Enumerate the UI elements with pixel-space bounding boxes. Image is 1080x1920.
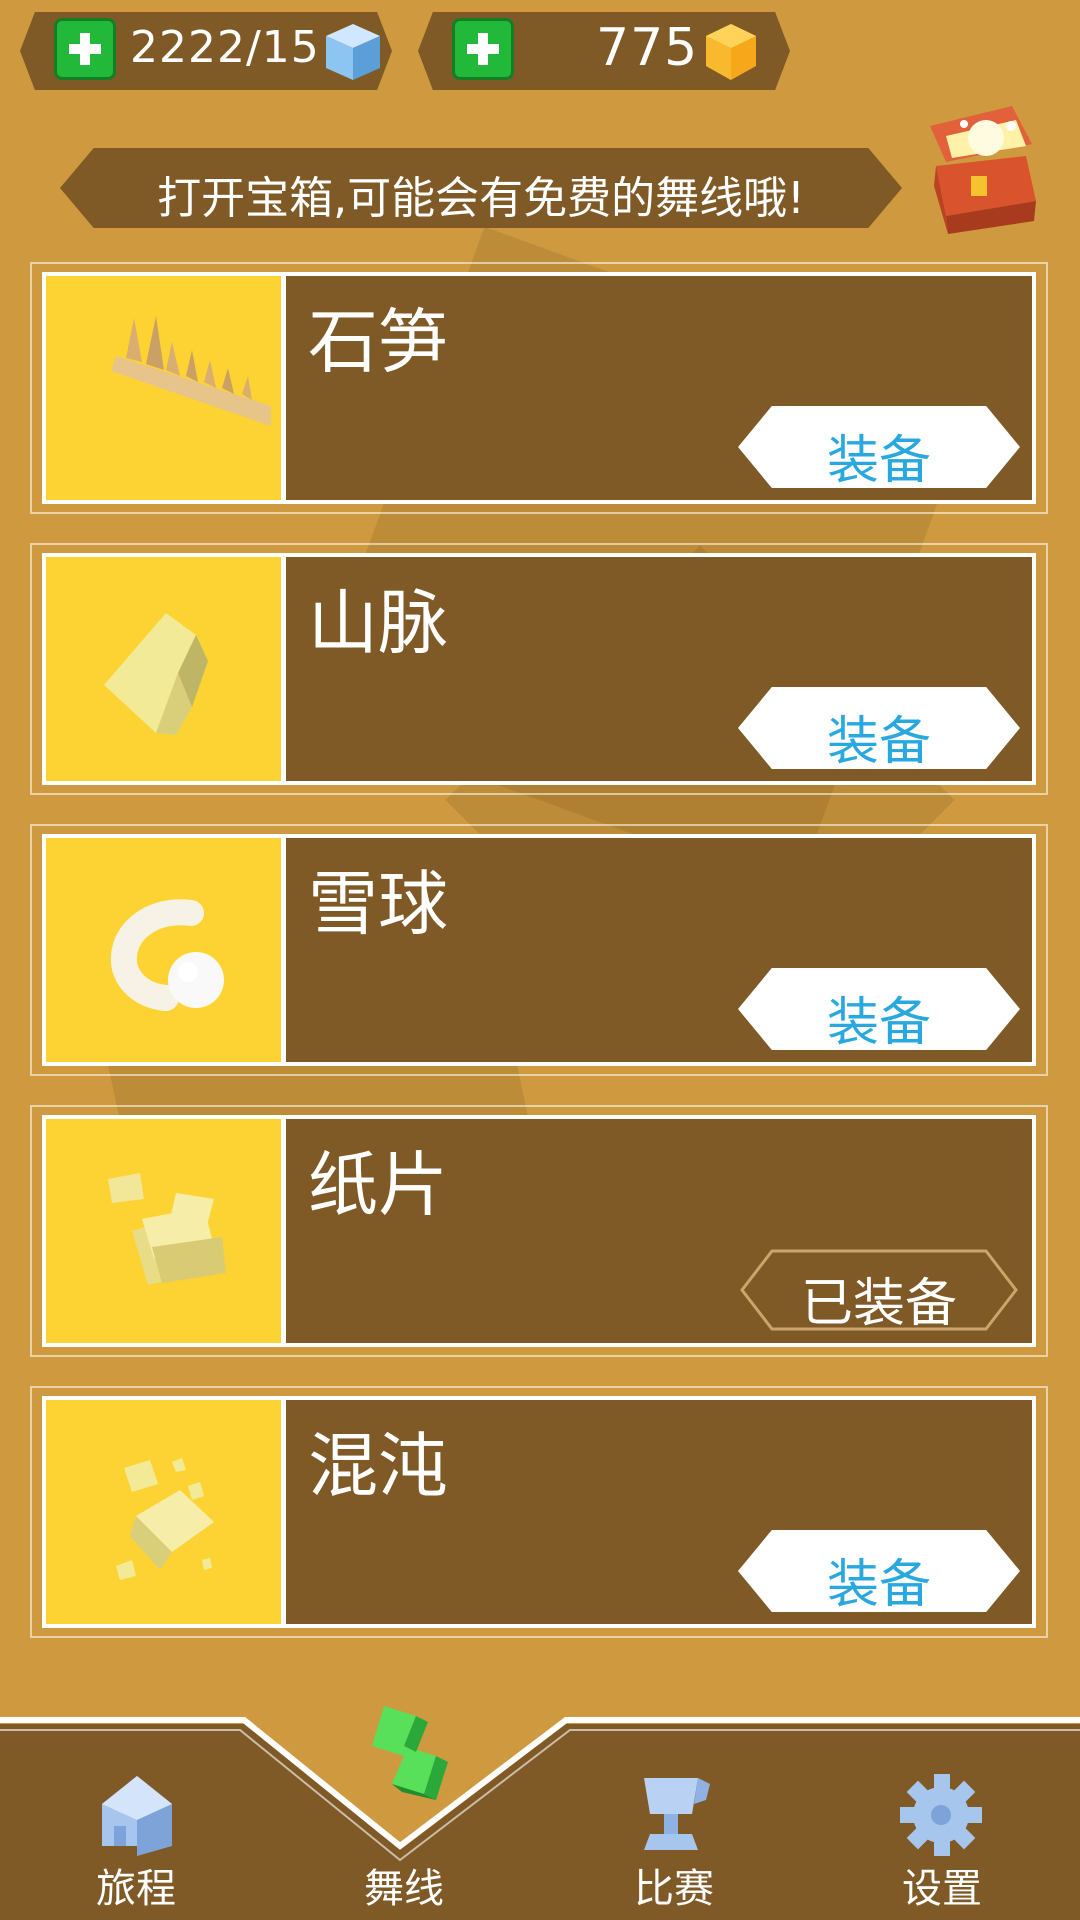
add-energy-button[interactable]: [54, 18, 116, 80]
equip-button[interactable]: 装备: [738, 1530, 1020, 1615]
snowball-icon: [110, 899, 224, 1011]
list-item: 混沌 装备: [30, 1386, 1048, 1638]
item-name: 山脉: [308, 582, 448, 664]
equip-button[interactable]: 装备: [738, 406, 1020, 491]
mountain-icon: [104, 613, 208, 735]
add-coins-button[interactable]: [452, 18, 514, 80]
nav-label: 旅程: [96, 1866, 176, 1912]
item-name: 雪球: [308, 863, 448, 945]
equip-button-label: 装备: [826, 993, 931, 1053]
equipped-button-label: 已装备: [800, 1274, 957, 1334]
nav-label: 舞线: [364, 1866, 444, 1912]
thumbnail: [46, 276, 286, 500]
energy-value: 2222/15: [130, 22, 320, 73]
thumbnail: [46, 1400, 286, 1624]
coin-value: 775: [596, 18, 699, 78]
gear-icon: [900, 1774, 982, 1856]
thumbnail: [46, 1119, 286, 1343]
equip-button-label: 装备: [826, 712, 931, 772]
promo-banner-text: 打开宝箱,可能会有免费的舞线哦!: [157, 173, 805, 224]
nav-label: 比赛: [634, 1866, 714, 1912]
equip-button[interactable]: 装备: [738, 687, 1020, 772]
list-item: 石笋 装备: [30, 262, 1048, 514]
nav-label: 设置: [902, 1866, 982, 1912]
item-name: 石笋: [308, 301, 448, 383]
list-item: 纸片 已装备: [30, 1105, 1048, 1357]
treasure-chest-icon[interactable]: [916, 96, 1046, 236]
nav-tab-settings[interactable]: 设置: [842, 1720, 1042, 1920]
coin-counter: 775: [418, 12, 790, 90]
promo-banner: 打开宝箱,可能会有免费的舞线哦!: [60, 148, 902, 228]
equip-button[interactable]: 装备: [738, 968, 1020, 1053]
nav-tab-journey[interactable]: 旅程: [36, 1720, 236, 1920]
item-name: 纸片: [308, 1144, 448, 1226]
energy-counter: 2222/15: [20, 12, 392, 90]
chaos-icon: [116, 1458, 214, 1580]
list-item: 雪球 装备: [30, 824, 1048, 1076]
equipped-button[interactable]: 已装备: [738, 1249, 1020, 1334]
equip-button-label: 装备: [826, 431, 931, 491]
dance-line-icon: [372, 1706, 448, 1800]
house-icon: [102, 1776, 172, 1856]
bottom-nav: 旅程 舞线 比赛 设置: [0, 1700, 1080, 1920]
nav-tab-dance-line[interactable]: 舞线: [304, 1706, 504, 1920]
nav-tab-contest[interactable]: 比赛: [574, 1720, 774, 1920]
list-item: 山脉 装备: [30, 543, 1048, 795]
thumbnail: [46, 838, 286, 1062]
gold-gem-icon: [706, 24, 756, 80]
paper-icon: [108, 1173, 226, 1285]
equip-button-label: 装备: [826, 1555, 931, 1615]
blue-cube-icon: [326, 24, 380, 80]
stalagmite-icon: [111, 316, 271, 426]
thumbnail: [46, 557, 286, 781]
item-name: 混沌: [308, 1425, 448, 1507]
trophy-icon: [644, 1778, 710, 1850]
